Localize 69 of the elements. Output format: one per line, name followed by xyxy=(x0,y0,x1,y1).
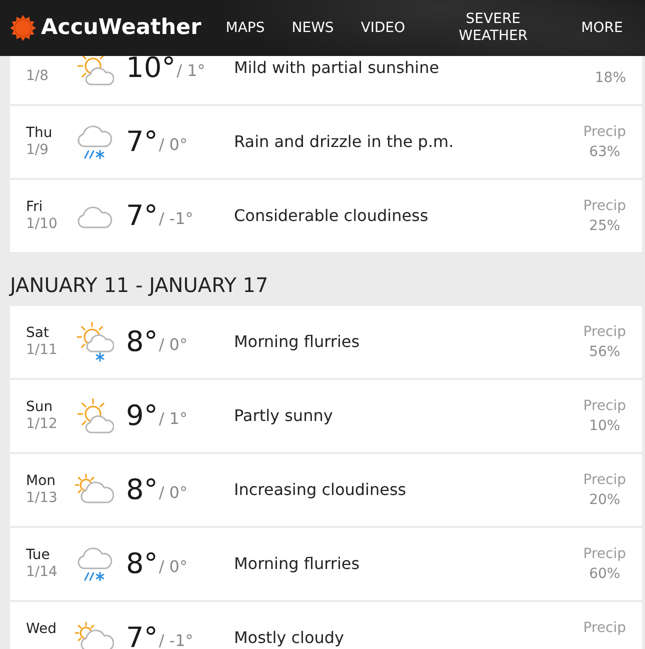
high-temperature: 8° xyxy=(126,330,158,352)
date-text: 1/8 xyxy=(26,68,49,85)
forecast-phrase: Mostly cloudy xyxy=(234,630,344,646)
date-text: 1/12 xyxy=(26,416,58,433)
day-name: Mon xyxy=(26,473,56,490)
nav-link[interactable]: VIDEO xyxy=(347,20,419,36)
precip-value: 25% xyxy=(589,217,620,236)
precip-label: Precip xyxy=(583,471,626,490)
precip-value: 18% xyxy=(594,69,626,88)
high-temperature: 9° xyxy=(126,404,158,426)
day-name: Tue xyxy=(26,547,50,564)
date-text: 1/9 xyxy=(26,142,49,159)
forecast-card[interactable]: Thu 1/9 7°/ 0° Rain and drizzle in the p.m. Precip 63% xyxy=(10,106,642,178)
low-temperature: / -1° xyxy=(158,212,194,226)
high-temperature: 8° xyxy=(126,478,158,500)
day-name: Sun xyxy=(26,399,53,416)
low-temperature: / -1° xyxy=(158,634,194,648)
forecast-card[interactable]: 1/8 10°/ 1° Mild with partial sunshine 18% xyxy=(10,56,642,104)
forecast-card[interactable]: Wed 7°/ -1° Mostly cloudy Precip xyxy=(10,602,642,649)
precip-label: Precip xyxy=(583,123,626,142)
precip-label: Precip xyxy=(583,545,626,564)
date-text: 1/11 xyxy=(26,342,58,359)
high-temperature: 8° xyxy=(126,552,158,574)
precip-value: 10% xyxy=(589,417,620,436)
nav-link[interactable]: NEWS xyxy=(278,20,348,36)
day-name: Sat xyxy=(26,325,49,342)
day-name: Fri xyxy=(26,199,43,216)
forecast-phrase: Rain and drizzle in the p.m. xyxy=(234,134,454,150)
low-temperature: / 1° xyxy=(176,64,206,78)
forecast-card[interactable]: Sun 1/12 9°/ 1° Partly sunny Precip 10% xyxy=(10,380,642,452)
date-text: 1/14 xyxy=(26,564,58,581)
high-temperature: 10° xyxy=(126,56,176,78)
sun-cloud-snowflake-icon xyxy=(74,322,114,362)
nav-link[interactable]: SEVERE WEATHER xyxy=(418,11,568,45)
low-temperature: / 0° xyxy=(158,560,188,574)
low-temperature: / 0° xyxy=(158,486,188,500)
precip-label: Precip xyxy=(583,323,626,342)
high-temperature: 7° xyxy=(126,204,158,226)
sun-logo-icon xyxy=(10,15,36,41)
day-name: Thu xyxy=(26,125,52,142)
forecast-card[interactable]: Sat 1/11 8°/ 0° Morning flurries Precip 56% xyxy=(10,306,642,378)
forecast-phrase: Partly sunny xyxy=(234,408,333,424)
nav-link[interactable]: MORE xyxy=(568,20,636,36)
high-temperature: 7° xyxy=(126,626,158,648)
forecast-card[interactable]: Tue 1/14 8°/ 0° Morning flurries Precip 60% xyxy=(10,528,642,600)
week-heading: JANUARY 11 - JANUARY 17 xyxy=(10,273,268,297)
precip-label: Precip xyxy=(583,397,626,416)
precip-value: 60% xyxy=(589,565,620,584)
precip-label: Precip xyxy=(583,197,626,216)
forecast-phrase: Considerable cloudiness xyxy=(234,208,428,224)
low-temperature: / 1° xyxy=(158,412,188,426)
forecast-phrase: Mild with partial sunshine xyxy=(234,60,440,76)
precip-value: 20% xyxy=(589,491,620,510)
brand-name[interactable]: AccuWeather xyxy=(41,15,202,41)
low-temperature: / 0° xyxy=(158,138,188,152)
nav-link[interactable]: MAPS xyxy=(212,20,278,36)
forecast-card[interactable]: Fri 1/10 7°/ -1° Considerable cloudiness Precip 25% xyxy=(10,180,642,252)
forecast-card[interactable]: Mon 1/13 8°/ 0° Increasing cloudiness Precip 20% xyxy=(10,454,642,526)
high-temperature: 7° xyxy=(126,130,158,152)
forecast-phrase: Increasing cloudiness xyxy=(234,482,406,498)
forecast-phrase: Morning flurries xyxy=(234,556,360,572)
date-text: 1/13 xyxy=(26,490,58,507)
day-name: Wed xyxy=(26,621,57,638)
precip-value: 63% xyxy=(589,143,620,162)
forecast-phrase: Morning flurries xyxy=(234,334,360,350)
precip-label: Precip xyxy=(583,619,626,638)
precip-value: 56% xyxy=(589,343,620,362)
low-temperature: / 0° xyxy=(158,338,188,352)
date-text: 1/10 xyxy=(26,216,58,233)
